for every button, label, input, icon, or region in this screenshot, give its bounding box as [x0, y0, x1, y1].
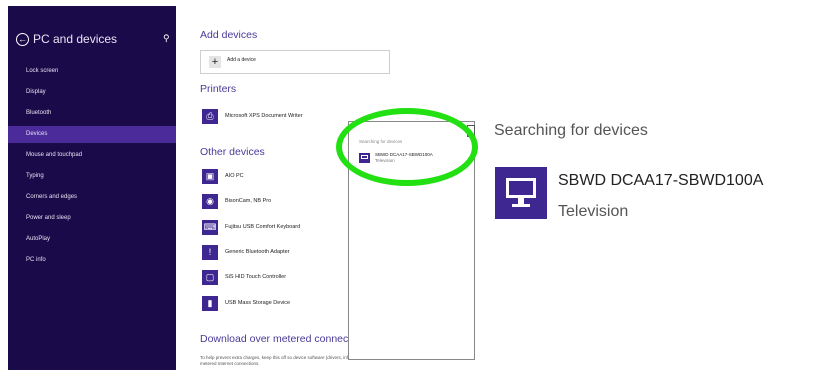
plus-icon: + [209, 56, 221, 68]
sidebar-item-power-and-sleep[interactable]: Power and sleep [8, 210, 176, 227]
sidebar-item-display[interactable]: Display [8, 84, 176, 101]
device-item-touch-controller[interactable]: ▢ SiS HID Touch Controller [202, 268, 286, 286]
device-item-printer[interactable]: ⎙ Microsoft XPS Document Writer [202, 107, 303, 125]
sidebar-header[interactable]: ← PC and devices [16, 32, 117, 46]
device-item-aio-pc[interactable]: ▣ AIO PC [202, 167, 244, 185]
device-label: SiS HID Touch Controller [225, 274, 287, 280]
device-item-usb-storage[interactable]: ▮ USB Mass Storage Device [202, 294, 290, 312]
sidebar: ← PC and devices ⚲ Lock screen Display B… [8, 6, 176, 370]
touch-icon: ▢ [202, 269, 218, 285]
sidebar-title: PC and devices [33, 32, 118, 46]
highlight-circle [336, 108, 478, 186]
searching-title: Searching for devices [494, 122, 648, 139]
sidebar-item-corners-and-edges[interactable]: Corners and edges [8, 189, 176, 206]
detail-device-name: SBWD DCAA17-SBWD100A [558, 172, 764, 189]
device-label: Microsoft XPS Document Writer [225, 113, 303, 119]
sidebar-item-pc-info[interactable]: PC info [8, 252, 176, 269]
device-label: BisonCam, NB Pro [225, 198, 272, 204]
sidebar-item-bluetooth[interactable]: Bluetooth [8, 105, 176, 122]
sidebar-item-lock-screen[interactable]: Lock screen [8, 63, 176, 80]
sidebar-item-devices[interactable]: Devices [8, 126, 176, 143]
add-device-label: Add a device [227, 57, 256, 63]
keyboard-icon: ⌨ [202, 219, 218, 235]
device-label: Fujitsu USB Comfort Keyboard [225, 224, 301, 230]
detail-device-type: Television [558, 203, 629, 220]
device-item-bluetooth-adapter[interactable]: ! Generic Bluetooth Adapter [202, 243, 290, 261]
add-devices-heading: Add devices [200, 29, 258, 41]
device-item-bisoncam[interactable]: ◉ BisonCam, NB Pro [202, 192, 271, 210]
device-label: Generic Bluetooth Adapter [225, 249, 290, 255]
sidebar-item-mouse-and-touchpad[interactable]: Mouse and touchpad [8, 147, 176, 164]
device-label: AIO PC [225, 173, 244, 179]
add-device-button[interactable]: + Add a device [200, 50, 390, 74]
printers-heading: Printers [200, 83, 237, 95]
search-icon[interactable]: ⚲ [163, 33, 170, 44]
warning-icon: ! [202, 244, 218, 260]
sidebar-item-autoplay[interactable]: AutoPlay [8, 231, 176, 248]
device-item-keyboard[interactable]: ⌨ Fujitsu USB Comfort Keyboard [202, 218, 300, 236]
webcam-icon: ◉ [202, 193, 218, 209]
other-devices-heading: Other devices [200, 146, 265, 158]
usb-drive-icon: ▮ [202, 295, 218, 311]
sidebar-item-typing[interactable]: Typing [8, 168, 176, 185]
metered-heading: Download over metered connections [200, 333, 371, 345]
monitor-icon: ▣ [202, 168, 218, 184]
back-arrow-icon[interactable]: ← [16, 32, 29, 46]
printer-icon: ⎙ [202, 108, 218, 124]
television-icon [495, 167, 547, 219]
device-label: USB Mass Storage Device [225, 300, 291, 306]
